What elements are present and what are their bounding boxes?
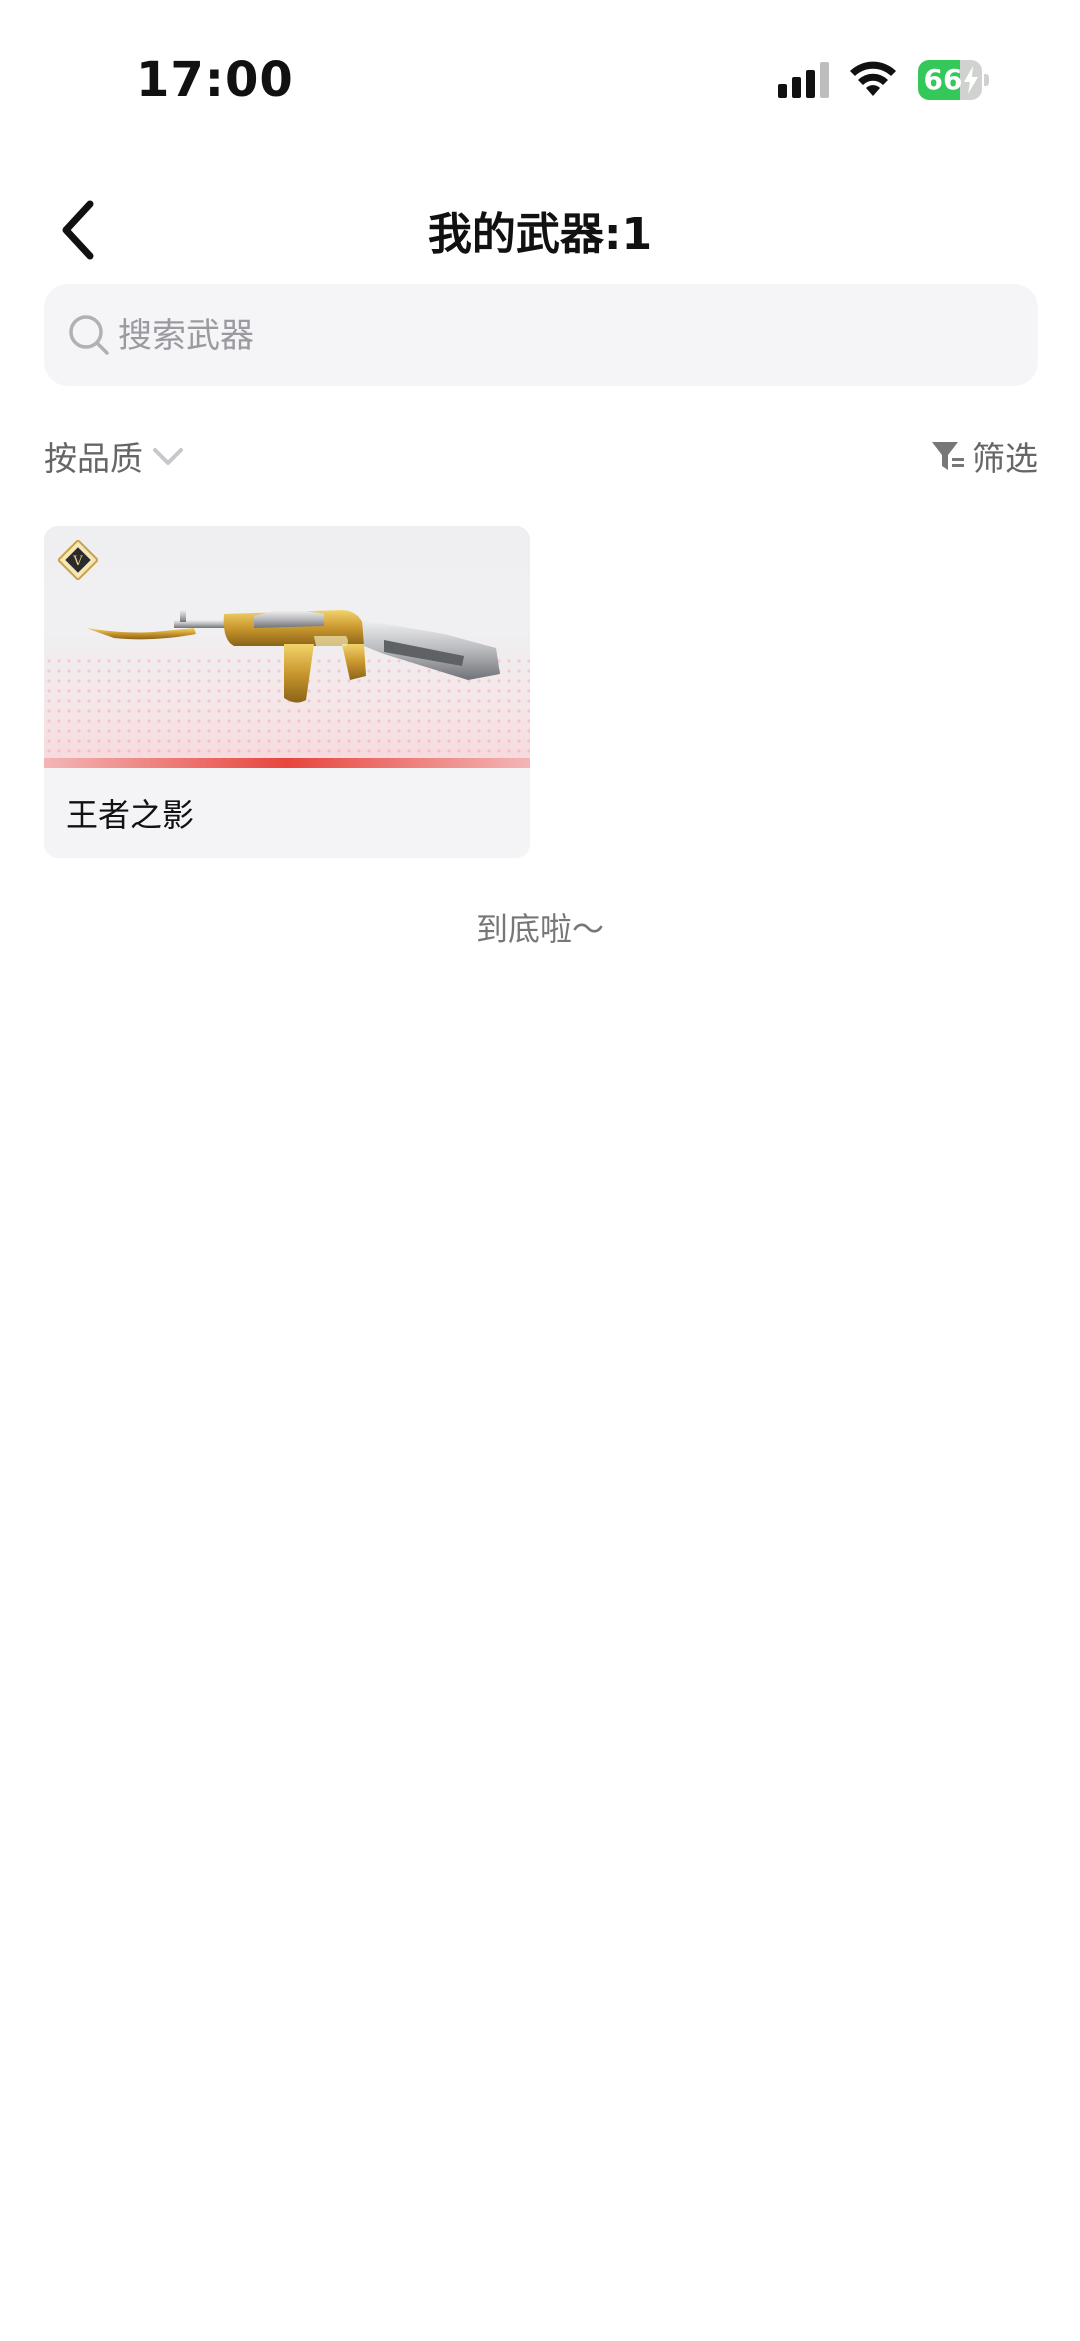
search-input[interactable] (116, 284, 1000, 388)
filter-row: 按品质 筛选 (44, 420, 1038, 490)
list-end-text: 到底啦～ (475, 910, 604, 948)
status-time: 17:00 (136, 52, 294, 108)
page-title: 我的武器:1 (427, 209, 653, 260)
cellular-signal-icon (778, 62, 829, 98)
weapon-name: 王者之影 (66, 796, 195, 834)
weapon-image-area: V (44, 526, 530, 766)
v-rank-badge-icon: V (58, 540, 98, 580)
battery-percent: 66 (923, 63, 963, 96)
wifi-icon (850, 61, 896, 96)
chevron-down-icon (153, 448, 183, 465)
filter-label: 筛选 (972, 439, 1038, 478)
svg-text:V: V (72, 554, 83, 569)
navigation-bar: 我的武器:1 (0, 180, 1080, 280)
weapon-card[interactable]: V 王者之影 (44, 526, 530, 858)
search-bar[interactable] (44, 284, 1038, 388)
filter-button[interactable]: 筛选 (930, 432, 1038, 480)
golden-rifle-image (86, 610, 500, 703)
quality-bar (44, 758, 530, 768)
battery-charging-icon: 66 (918, 60, 990, 100)
sort-label: 按品质 (44, 439, 143, 478)
filter-icon (932, 442, 964, 470)
sort-by-quality-button[interactable]: 按品质 (44, 432, 187, 480)
search-icon (69, 315, 109, 355)
status-bar: 17:00 66 (0, 0, 1080, 160)
